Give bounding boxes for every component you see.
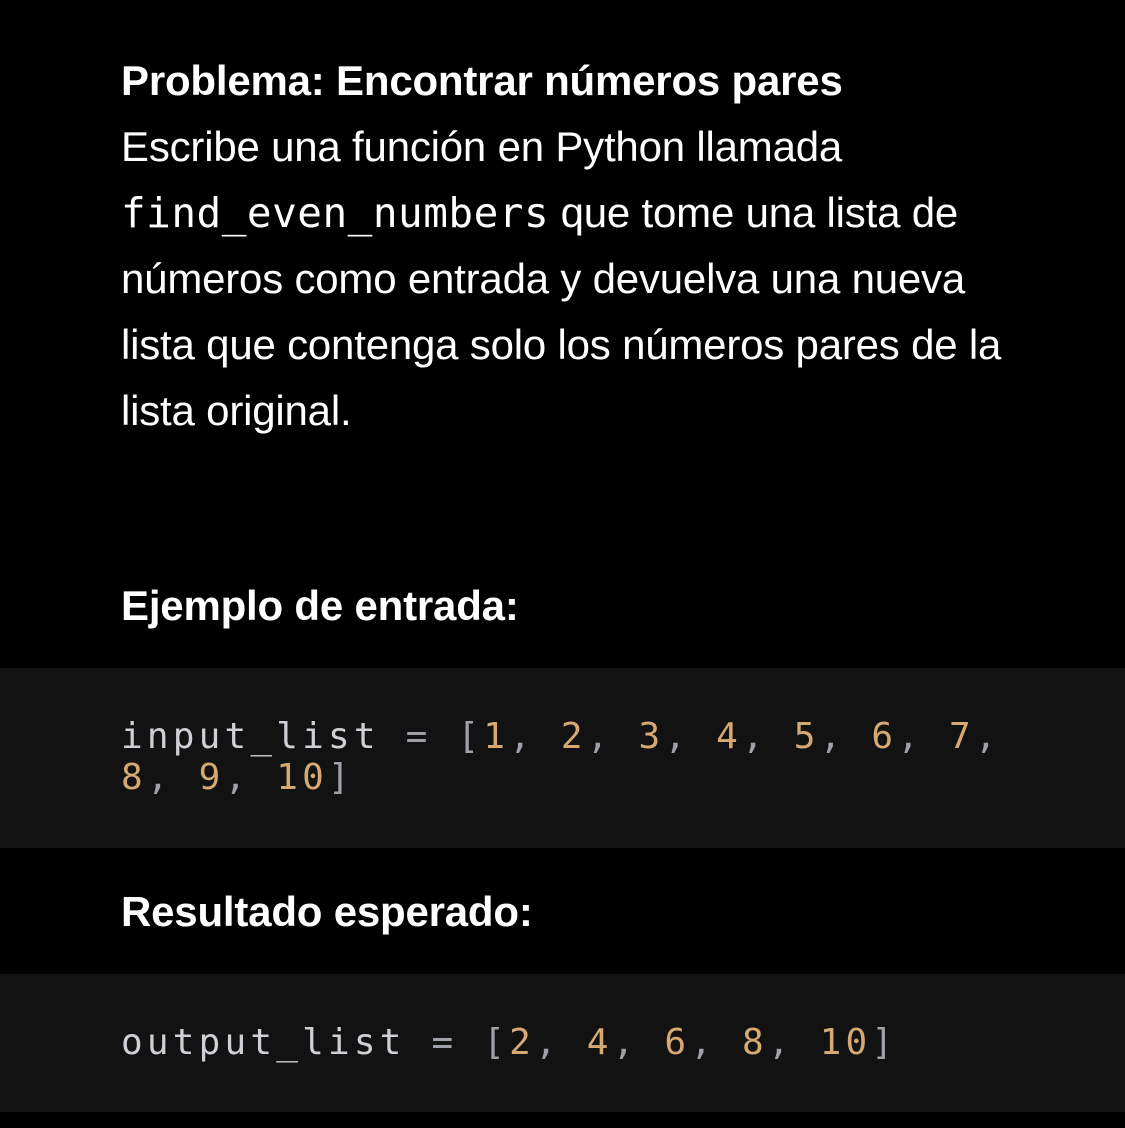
input-value: 1	[483, 716, 510, 757]
input-value: 4	[716, 716, 742, 757]
output-code-line: output_list = [2, 4, 6, 8, 10]	[121, 1022, 897, 1063]
input-value: 10	[276, 757, 328, 798]
input-comma: ,	[586, 716, 613, 757]
output-comma: ,	[535, 1022, 561, 1063]
problem-statement: Problema: Encontrar números pares Escrib…	[121, 48, 1031, 444]
output-value: 10	[819, 1022, 872, 1063]
output-variable: output_list	[121, 1022, 406, 1063]
input-comma: ,	[974, 716, 1001, 757]
input-code-line: input_list = [1, 2, 3, 4, 5, 6, 7, 8, 9,…	[121, 716, 1021, 798]
output-value: 2	[509, 1022, 535, 1063]
input-value: 3	[638, 716, 665, 757]
input-comma: ,	[742, 716, 768, 757]
input-value: 6	[871, 716, 898, 757]
input-close-bracket: ]	[328, 757, 354, 798]
output-comma: ,	[767, 1022, 794, 1063]
output-close-bracket: ]	[871, 1022, 898, 1063]
input-value: 8	[121, 757, 147, 798]
input-comma: ,	[224, 757, 251, 798]
output-values: 2, 4, 6, 8, 10	[509, 1022, 871, 1063]
expected-result-heading: Resultado esperado:	[121, 888, 533, 935]
output-code-block[interactable]: output_list = [2, 4, 6, 8, 10]	[0, 974, 1125, 1112]
output-open-bracket: [	[483, 1022, 510, 1063]
input-code-block[interactable]: input_list = [1, 2, 3, 4, 5, 6, 7, 8, 9,…	[0, 668, 1125, 848]
input-operator: =	[405, 716, 432, 757]
problem-title: Problema: Encontrar números pares	[121, 57, 843, 104]
input-value: 9	[198, 757, 225, 798]
example-input-heading: Ejemplo de entrada:	[121, 582, 519, 629]
input-comma: ,	[509, 716, 535, 757]
input-comma: ,	[664, 716, 691, 757]
output-operator: =	[431, 1022, 458, 1063]
input-variable: input_list	[121, 716, 380, 757]
output-comma: ,	[690, 1022, 717, 1063]
input-value: 7	[949, 716, 975, 757]
function-name-inline-code: find_even_numbers	[121, 189, 550, 237]
output-value: 8	[742, 1022, 768, 1063]
input-value: 2	[560, 716, 587, 757]
output-comma: ,	[612, 1022, 639, 1063]
output-value: 4	[586, 1022, 613, 1063]
input-comma: ,	[897, 716, 924, 757]
input-comma: ,	[819, 716, 846, 757]
output-value: 6	[664, 1022, 691, 1063]
input-value: 5	[793, 716, 820, 757]
problem-text-before: Escribe una función en Python llamada	[121, 123, 843, 170]
input-open-bracket: [	[457, 716, 484, 757]
input-comma: ,	[146, 757, 173, 798]
